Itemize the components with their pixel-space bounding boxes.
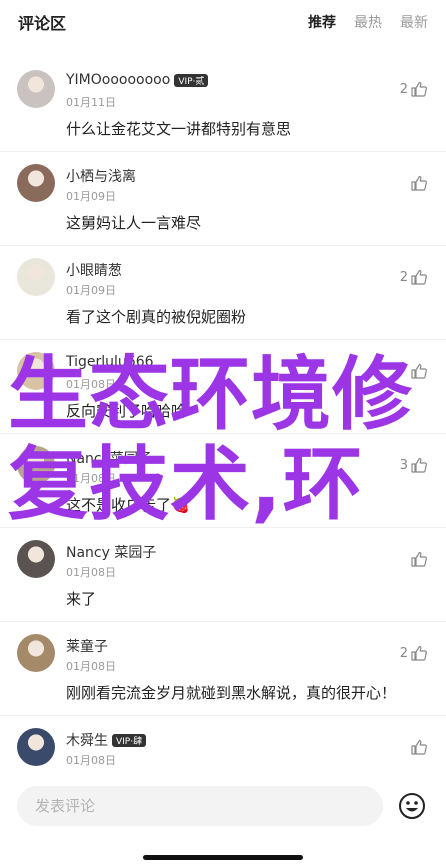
comment-text: 反向安利了哈哈哈 <box>66 402 187 420</box>
like-button[interactable] <box>408 174 428 192</box>
comment-item[interactable]: 莱童子 01月08日 刚刚看完流金岁月就碰到黑水解说，真的很开心！ 2 <box>0 622 446 716</box>
avatar[interactable] <box>17 352 55 390</box>
comment-date: 01月08日 <box>66 754 116 767</box>
thumbs-up-icon <box>411 269 427 285</box>
comment-text: 这不是收广告了🍓 <box>66 496 190 514</box>
avatar[interactable] <box>17 70 55 108</box>
comment-date: 01月08日 <box>66 566 116 579</box>
like-count: 3 <box>399 457 408 473</box>
like-button[interactable]: 3 <box>400 456 428 474</box>
avatar[interactable] <box>17 540 55 578</box>
thumbs-up-icon <box>411 551 427 567</box>
comment-date: 01月09日 <box>66 284 116 297</box>
name-row: 小眼睛葱 <box>66 260 122 280</box>
home-indicator <box>143 855 303 860</box>
like-count: 2 <box>399 645 408 661</box>
vip-badge: VIP·肆 <box>112 733 147 747</box>
comment-date: 01月11日 <box>66 96 116 109</box>
like-button[interactable] <box>408 362 428 380</box>
comment-author[interactable]: 小眼睛葱 <box>66 260 122 280</box>
comment-date: 01月08日 <box>66 472 116 485</box>
like-count: 2 <box>399 269 408 285</box>
comment-text: 看了这个剧真的被倪妮圈粉 <box>66 308 247 326</box>
name-row: 小栖与浅离 <box>66 166 136 186</box>
like-button[interactable] <box>408 550 428 568</box>
comment-input[interactable] <box>17 786 383 826</box>
vip-badge: VIP·贰 <box>174 73 209 87</box>
avatar[interactable] <box>17 164 55 202</box>
comment-author[interactable]: Tigerlulu666 <box>66 354 154 370</box>
like-button[interactable]: 2 <box>400 268 428 286</box>
header: 评论区 推荐 最热 最新 <box>0 0 446 44</box>
thumbs-up-icon <box>411 81 427 97</box>
avatar[interactable] <box>17 634 55 672</box>
comment-text: 刚刚看完流金岁月就碰到黑水解说，真的很开心！ <box>66 684 397 702</box>
name-row: Nancy 菜园子 <box>66 542 156 562</box>
comment-text: 什么让金花艾文一讲都特别有意思 <box>66 120 292 138</box>
sort-tabs: 推荐 最热 最新 <box>308 12 428 32</box>
comment-item[interactable]: Tigerlulu666 01月08日 反向安利了哈哈哈 <box>0 340 446 434</box>
comment-item[interactable]: YIMOoooooooo VIP·贰 01月11日 什么让金花艾文一讲都特别有意… <box>0 58 446 152</box>
comment-author[interactable]: Nancy 菜园子 <box>66 542 156 562</box>
like-count: 2 <box>399 81 408 97</box>
comment-date: 01月08日 <box>66 378 116 391</box>
emoji-icon[interactable] <box>398 792 426 820</box>
thumbs-up-icon <box>411 175 427 191</box>
comment-item[interactable]: Nancy菜园子 01月08日 这不是收广告了🍓 3 <box>0 434 446 528</box>
comment-text: 来了 <box>66 590 97 608</box>
name-row: Tigerlulu666 <box>66 354 154 370</box>
name-row: 莱童子 <box>66 636 108 656</box>
page-title: 评论区 <box>18 14 67 33</box>
name-row: YIMOoooooooo VIP·贰 <box>66 72 209 88</box>
comment-author[interactable]: 木舜生 <box>66 730 108 750</box>
thumbs-up-icon <box>411 739 427 755</box>
comment-item[interactable]: Nancy 菜园子 01月08日 来了 <box>0 528 446 622</box>
comment-item[interactable]: 小栖与浅离 01月09日 这舅妈让人一言难尽 <box>0 152 446 246</box>
comment-author[interactable]: Nancy菜园子 <box>66 448 152 468</box>
tab-recommended[interactable]: 推荐 <box>308 12 336 32</box>
comment-author[interactable]: 莱童子 <box>66 636 108 656</box>
comment-list: YIMOoooooooo VIP·贰 01月11日 什么让金花艾文一讲都特别有意… <box>0 58 446 810</box>
like-button[interactable] <box>408 738 428 756</box>
like-button[interactable]: 2 <box>400 644 428 662</box>
comment-date: 01月09日 <box>66 190 116 203</box>
thumbs-up-icon <box>411 363 427 379</box>
tab-newest[interactable]: 最新 <box>400 12 428 32</box>
name-row: 木舜生 VIP·肆 <box>66 730 147 750</box>
thumbs-up-icon <box>411 645 427 661</box>
thumbs-up-icon <box>411 457 427 473</box>
name-row: Nancy菜园子 <box>66 448 152 468</box>
avatar[interactable] <box>17 728 55 766</box>
comment-text: 这舅妈让人一言难尽 <box>66 214 202 232</box>
avatar[interactable] <box>17 258 55 296</box>
comment-date: 01月08日 <box>66 660 116 673</box>
like-button[interactable]: 2 <box>400 80 428 98</box>
comment-author[interactable]: YIMOoooooooo <box>66 72 170 88</box>
comment-bar <box>0 780 446 868</box>
tab-hottest[interactable]: 最热 <box>354 12 382 32</box>
comment-author[interactable]: 小栖与浅离 <box>66 166 136 186</box>
avatar[interactable] <box>17 446 55 484</box>
comment-item[interactable]: 小眼睛葱 01月09日 看了这个剧真的被倪妮圈粉 2 <box>0 246 446 340</box>
